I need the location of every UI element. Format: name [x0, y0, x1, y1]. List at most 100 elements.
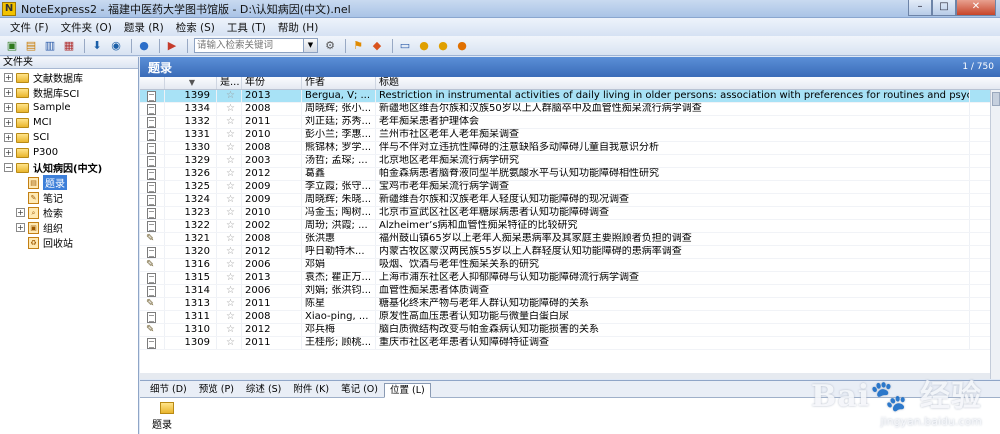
import-icon[interactable]: ⬇ — [89, 38, 105, 54]
menu-search[interactable]: 检索 (S) — [176, 20, 215, 35]
menu-tools[interactable]: 工具 (T) — [227, 20, 266, 35]
table-row[interactable]: 1331 ☆ 2010 彭小兰; 李惠... 兰州市社区老年人老年痴呆调查 — [140, 129, 1000, 142]
online-search-icon[interactable]: ◉ — [108, 38, 124, 54]
table-row[interactable]: ✎ 1313 ☆ 2011 陈星 糖基化终末产物与老年人群认知功能障碍的关系 — [140, 298, 1000, 311]
tab-location[interactable]: 位置 (L) — [383, 383, 431, 398]
menu-reference[interactable]: 题录 (R) — [124, 20, 164, 35]
star-icon[interactable]: ☆ — [217, 272, 242, 284]
expand-toggle[interactable]: + — [4, 133, 13, 142]
table-row[interactable]: 1332 ☆ 2011 刘正廷; 苏秀... 老年痴呆患者护理体会 — [140, 116, 1000, 129]
star-icon[interactable]: ☆ — [217, 142, 242, 154]
column-title[interactable]: 标题 — [376, 77, 970, 89]
table-row[interactable]: 1330 ☆ 2008 熊锦林; 罗学... 伴与不伴对立违抗性障碍的注意缺陷多动障碍儿… — [140, 142, 1000, 155]
star-icon[interactable]: ☆ — [217, 103, 242, 115]
column-read[interactable]: 是... — [217, 77, 242, 89]
folder-item-recycle-bin[interactable]: ♻ 回收站 — [0, 235, 138, 250]
star-icon[interactable]: ☆ — [217, 220, 242, 232]
table-row[interactable]: 1399 ☆ 2013 Bergua, V; ... Restriction in in… — [140, 90, 1000, 103]
save-icon[interactable]: ▥ — [42, 38, 58, 54]
folder-item[interactable]: + SCI — [0, 130, 138, 145]
star-icon[interactable]: ☆ — [217, 298, 242, 310]
sort-indicator-icon[interactable]: ▼ — [165, 77, 217, 89]
table-row[interactable]: ✎ 1310 ☆ 2012 邓兵梅 脑白质微结构改变与帕金森病认知功能损害的关系 — [140, 324, 1000, 337]
vertical-scrollbar[interactable] — [990, 90, 1000, 379]
folder-item[interactable]: + MCI — [0, 115, 138, 130]
collapse-toggle[interactable]: − — [4, 163, 13, 172]
tab-notes[interactable]: 笔记 (O) — [335, 382, 384, 397]
table-row[interactable]: ✎ 1316 ☆ 2006 邓娟 吸烟、饮酒与老年性痴呆关系的研究 — [140, 259, 1000, 272]
tab-details[interactable]: 细节 (D) — [144, 382, 193, 397]
menu-folder[interactable]: 文件夹 (O) — [61, 20, 112, 35]
tab-preview[interactable]: 预览 (P) — [193, 382, 240, 397]
open-database-icon[interactable]: ▤ — [23, 38, 39, 54]
star-icon[interactable]: ☆ — [217, 324, 242, 336]
close-button[interactable]: ✕ — [956, 0, 996, 16]
table-row[interactable]: 1322 ☆ 2002 周玢; 洪霞; ... Alzheimer’s病和血管性痴呆特征… — [140, 220, 1000, 233]
column-author[interactable]: 作者 — [302, 77, 376, 89]
tag-icon[interactable]: ◆ — [369, 38, 385, 54]
folder-item[interactable]: + 数据库SCI — [0, 85, 138, 100]
star-icon[interactable]: ☆ — [217, 259, 242, 271]
help-icon[interactable]: ● — [416, 38, 432, 54]
search-options-icon[interactable]: ⚙ — [322, 38, 338, 54]
folder-item[interactable]: + P300 — [0, 145, 138, 160]
folder-item-notes[interactable]: ✎ 笔记 — [0, 190, 138, 205]
menu-file[interactable]: 文件 (F) — [10, 20, 49, 35]
table-row[interactable]: 1334 ☆ 2008 周晓辉; 张小... 新疆地区维吾尔族和汉族50岁以上人群脑卒中… — [140, 103, 1000, 116]
expand-toggle[interactable]: + — [16, 208, 25, 217]
minimize-button[interactable]: – — [908, 0, 932, 16]
star-icon[interactable]: ☆ — [217, 337, 242, 349]
star-icon[interactable]: ☆ — [217, 168, 242, 180]
tab-summary[interactable]: 综述 (S) — [240, 382, 287, 397]
expand-toggle[interactable]: + — [4, 148, 13, 157]
star-icon[interactable]: ☆ — [217, 285, 242, 297]
search-dropdown-icon[interactable]: ▼ — [303, 39, 317, 52]
folder-item[interactable]: + 文献数据库 — [0, 70, 138, 85]
table-row[interactable]: 1325 ☆ 2009 李立霞; 张守... 宝鸡市老年痴呆流行病学调查 — [140, 181, 1000, 194]
table-row[interactable]: 1326 ☆ 2012 葛鑫 帕金森病患者脑脊液同型半胱氨酸水平与认知功能障碍相性研究 — [140, 168, 1000, 181]
table-row[interactable]: 1314 ☆ 2006 刘娟; 张洪钧... 血管性痴呆患者体质调查 — [140, 285, 1000, 298]
tab-attachments[interactable]: 附件 (K) — [287, 382, 335, 397]
table-row[interactable]: 1320 ☆ 2012 呼日勒特木... 内蒙古牧区蒙汉两民族55岁以上人群轻度认知功能… — [140, 246, 1000, 259]
expand-toggle[interactable]: + — [4, 103, 13, 112]
folder-item-search[interactable]: + ⌕ 检索 — [0, 205, 138, 220]
update-icon[interactable]: ● — [435, 38, 451, 54]
menu-help[interactable]: 帮助 (H) — [278, 20, 318, 35]
star-icon[interactable]: ☆ — [217, 129, 242, 141]
star-icon[interactable]: ☆ — [217, 194, 242, 206]
column-type[interactable] — [140, 77, 165, 89]
expand-toggle[interactable]: + — [4, 118, 13, 127]
globe-icon[interactable]: ● — [136, 38, 152, 54]
backup-icon[interactable]: ▦ — [61, 38, 77, 54]
folder-item-references[interactable]: ▤ 题录 — [0, 175, 138, 190]
table-row[interactable]: 1323 ☆ 2010 冯金玉; 陶树... 北京市宣武区社区老年糖尿病患者认知功能障碍… — [140, 207, 1000, 220]
expand-toggle[interactable]: + — [4, 73, 13, 82]
layout-icon[interactable]: ▭ — [397, 38, 413, 54]
table-row[interactable]: 1329 ☆ 2003 汤哲; 孟琛; ... 北京地区老年痴呆流行病学研究 — [140, 155, 1000, 168]
scrollbar-thumb[interactable] — [992, 92, 1000, 106]
star-icon[interactable]: ☆ — [217, 90, 242, 102]
flag-icon[interactable]: ⚑ — [350, 38, 366, 54]
column-year[interactable]: 年份 — [242, 77, 302, 89]
star-icon[interactable]: ☆ — [217, 207, 242, 219]
about-icon[interactable]: ● — [454, 38, 470, 54]
table-row[interactable]: 1311 ☆ 2008 Xiao-ping, ... 原发性高血压患者认知功能与微量白蛋… — [140, 311, 1000, 324]
star-icon[interactable]: ☆ — [217, 311, 242, 323]
star-icon[interactable]: ☆ — [217, 233, 242, 245]
export-icon[interactable]: ▶ — [164, 38, 180, 54]
star-icon[interactable]: ☆ — [217, 246, 242, 258]
folder-item-organize[interactable]: + ▣ 组织 — [0, 220, 138, 235]
table-row[interactable]: 1324 ☆ 2009 周晓辉; 朱晓... 新疆维吾尔族和汉族老年人轻度认知功能障碍的… — [140, 194, 1000, 207]
table-row[interactable]: 1309 ☆ 2011 王桂彤; 顾桃... 重庆市社区老年患者认知障碍特征调查 — [140, 337, 1000, 350]
star-icon[interactable]: ☆ — [217, 181, 242, 193]
expand-toggle[interactable]: + — [4, 88, 13, 97]
folder-item-current-db[interactable]: − 认知病因(中文) — [0, 160, 138, 175]
table-row[interactable]: ✎ 1321 ☆ 2008 张洪惠 福州鼓山镇65岁以上老年人痴呆患病率及其家庭主要照顾者… — [140, 233, 1000, 246]
new-database-icon[interactable]: ▣ — [4, 38, 20, 54]
star-icon[interactable]: ☆ — [217, 155, 242, 167]
search-input[interactable] — [195, 39, 303, 52]
maximize-button[interactable]: □ — [932, 0, 956, 16]
table-row[interactable]: 1315 ☆ 2013 袁杰; 瞿正万... 上海市浦东社区老人抑郁障碍与认知功能障碍流… — [140, 272, 1000, 285]
star-icon[interactable]: ☆ — [217, 116, 242, 128]
expand-toggle[interactable]: + — [16, 223, 25, 232]
